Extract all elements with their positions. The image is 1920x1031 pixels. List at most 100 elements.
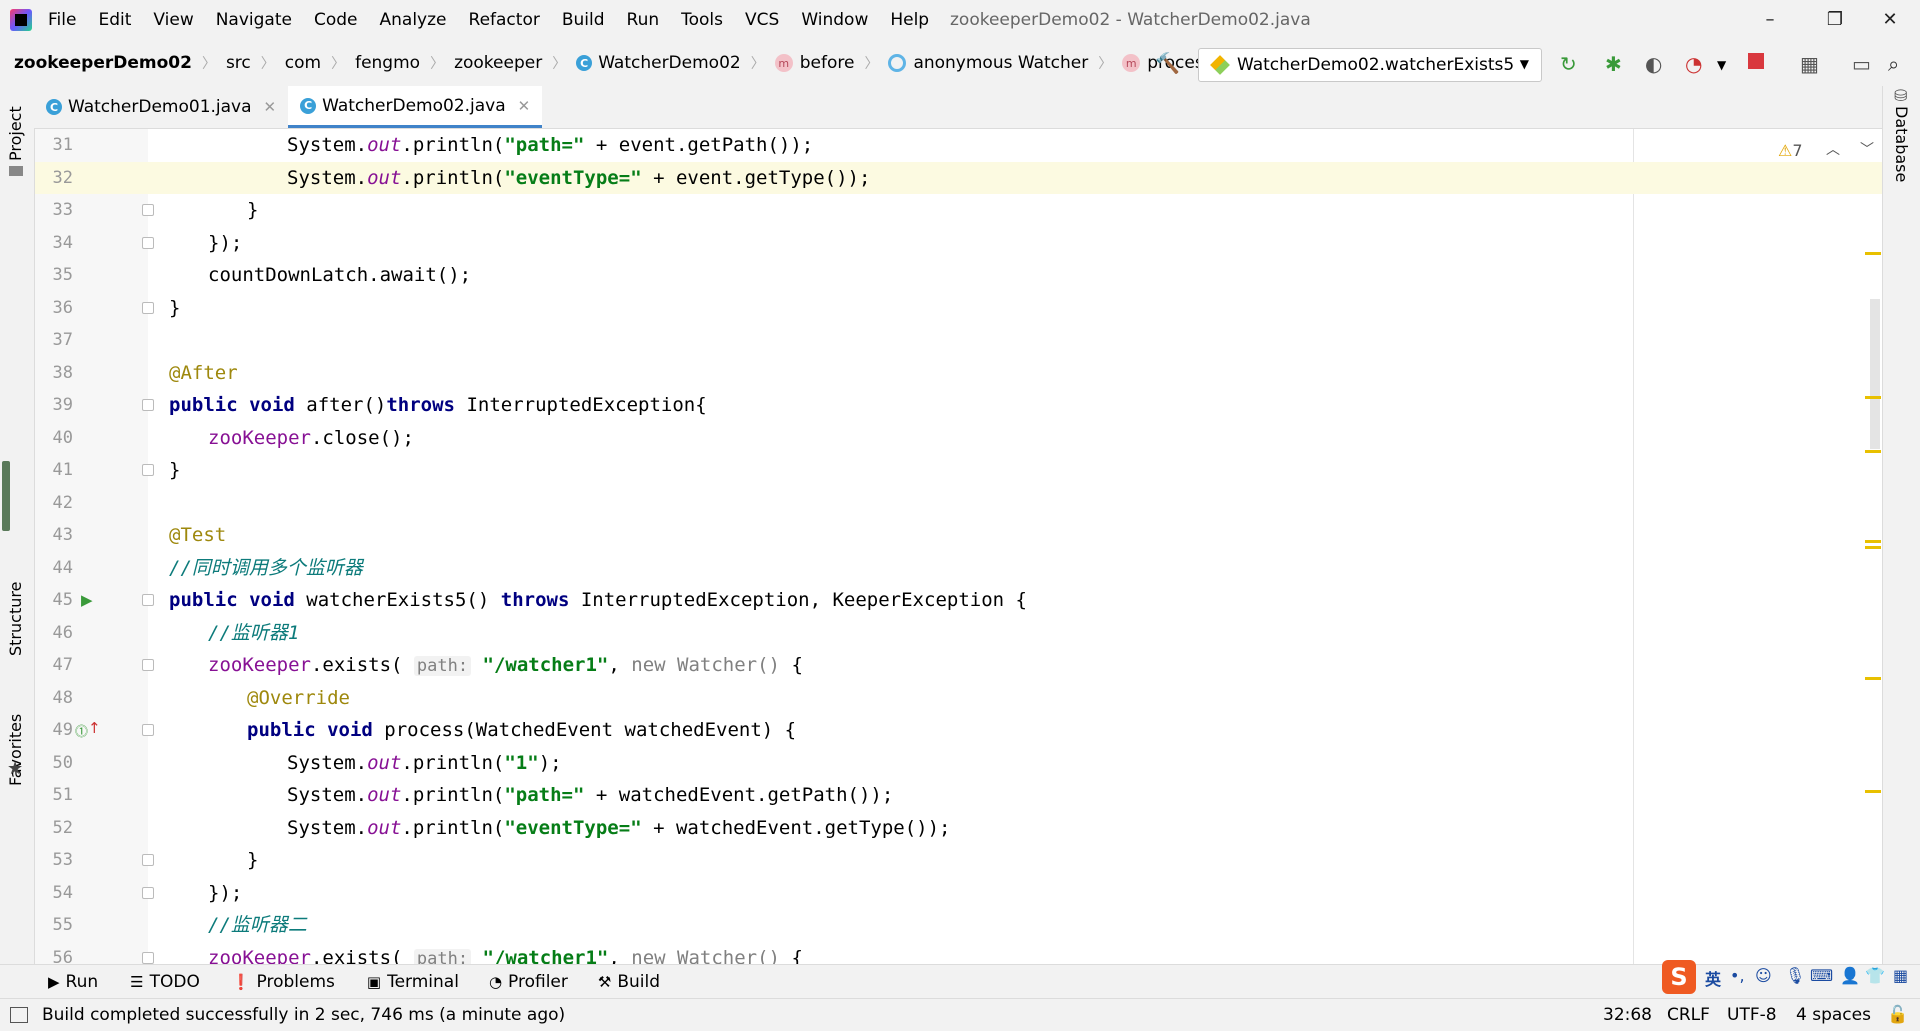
restore-button[interactable]: ❐	[1815, 6, 1855, 34]
menu-view[interactable]: View	[153, 10, 193, 30]
skin-icon[interactable]: 👕	[1865, 966, 1885, 985]
parameter-hint: path:	[413, 656, 472, 676]
menu-tools[interactable]: Tools	[681, 10, 723, 30]
code-editor[interactable]: 31 System.out.println("path=" + event.ge…	[35, 129, 1882, 964]
breadcrumb-project[interactable]: zookeeperDemo02	[14, 53, 192, 73]
terminal-tool-button[interactable]: ▣ Terminal	[367, 972, 459, 992]
run-config-selector[interactable]: WatcherDemo02.watcherExists5 ▼	[1198, 48, 1542, 82]
problems-tool-button[interactable]: ❗ Problems	[232, 972, 335, 992]
status-message[interactable]: Build completed successfully in 2 sec, 7…	[42, 1005, 565, 1025]
warning-marker[interactable]	[1865, 790, 1881, 793]
toolbox-icon[interactable]: ▦	[1893, 966, 1908, 985]
fold-marker-icon[interactable]	[142, 236, 154, 249]
warnings-indicator[interactable]: ⚠7	[1778, 141, 1803, 160]
fold-marker-icon[interactable]	[142, 464, 154, 476]
database-icon: ⛁	[1894, 86, 1908, 105]
menu-code[interactable]: Code	[314, 10, 358, 30]
close-window-button[interactable]: ✕	[1870, 6, 1910, 34]
menu-run[interactable]: Run	[627, 10, 660, 30]
breadcrumb-before[interactable]: before	[800, 53, 855, 73]
terminal-icon: ▣	[366, 973, 382, 991]
toggle-tool-windows-icon[interactable]	[10, 1007, 28, 1023]
debug-icon[interactable]: ✱	[1605, 52, 1622, 76]
fold-marker-icon[interactable]	[142, 204, 154, 216]
implements-method-icon[interactable]: ⓵	[75, 721, 88, 740]
project-panel-toggle[interactable]: Project	[6, 106, 25, 161]
microphone-icon[interactable]: 🎙	[1785, 966, 1805, 985]
menu-edit[interactable]: Edit	[98, 10, 131, 30]
override-arrow-icon[interactable]: ↑	[88, 719, 101, 737]
indent-setting[interactable]: 4 spaces	[1796, 1005, 1871, 1025]
chevron-up-icon[interactable]: ︿	[1826, 139, 1840, 159]
structure-panel-toggle[interactable]: Structure	[6, 582, 25, 656]
lock-icon[interactable]: 🔓	[1887, 1005, 1908, 1025]
sogou-ime-icon[interactable]: S	[1662, 960, 1696, 994]
breadcrumb-class[interactable]: WatcherDemo02	[598, 53, 741, 73]
menu-navigate[interactable]: Navigate	[216, 10, 292, 30]
menu-help[interactable]: Help	[890, 10, 929, 30]
intellij-logo-icon	[10, 9, 32, 31]
user-icon[interactable]: 👤	[1840, 966, 1860, 985]
code-line: 45 ▶ public void watcherExists5() throws…	[52, 589, 1027, 611]
close-icon[interactable]: ✕	[264, 98, 277, 116]
database-panel-toggle[interactable]: Database	[1892, 106, 1911, 182]
fold-marker-icon[interactable]	[142, 951, 154, 964]
run-test-icon[interactable]: ▶	[81, 591, 93, 609]
file-encoding[interactable]: UTF-8	[1727, 1005, 1777, 1025]
fold-marker-icon[interactable]	[142, 594, 154, 606]
menu-window[interactable]: Window	[801, 10, 868, 30]
chevron-down-icon[interactable]: ﹀	[1860, 139, 1874, 159]
keyboard-icon[interactable]: ⌨	[1810, 966, 1833, 985]
breadcrumb-com[interactable]: com	[285, 53, 321, 73]
fold-marker-icon[interactable]	[142, 399, 154, 411]
build-hammer-icon[interactable]: 🔨	[1155, 51, 1180, 75]
fold-marker-icon[interactable]	[142, 724, 154, 736]
caret-position[interactable]: 32:68	[1603, 1005, 1652, 1025]
fold-marker-icon[interactable]	[142, 659, 154, 671]
todo-tool-button[interactable]: ☰ TODO	[130, 972, 200, 992]
warning-marker[interactable]	[1865, 396, 1881, 399]
stop-icon[interactable]	[1748, 53, 1764, 69]
menu-analyze[interactable]: Analyze	[380, 10, 447, 30]
project-structure-icon[interactable]: ▦	[1800, 52, 1819, 76]
chevron-right-icon: 〉	[750, 56, 765, 72]
menu-file[interactable]: File	[48, 10, 76, 30]
side-handle[interactable]	[2, 461, 10, 531]
breadcrumb-fengmo[interactable]: fengmo	[355, 53, 420, 73]
build-tool-button[interactable]: ⚒ Build	[598, 972, 660, 992]
breadcrumb-anonymous[interactable]: anonymous Watcher	[913, 53, 1088, 73]
code-line: 48 @Override	[52, 686, 350, 709]
breadcrumb-src[interactable]: src	[226, 53, 251, 73]
fold-marker-icon[interactable]	[142, 886, 154, 899]
chevron-down-icon[interactable]: ▼	[1717, 58, 1726, 72]
tab-label: WatcherDemo01.java	[68, 97, 252, 117]
search-icon[interactable]: ⌕	[1888, 52, 1899, 76]
tab-watcherdemo01[interactable]: C WatcherDemo01.java ✕	[34, 86, 288, 128]
editor-scrollbar[interactable]	[1870, 299, 1880, 449]
window-layout-icon[interactable]: ▭	[1852, 52, 1871, 76]
warning-marker[interactable]	[1865, 540, 1881, 543]
run-tool-button[interactable]: ▶ Run	[48, 972, 98, 992]
rerun-icon[interactable]: ↻	[1560, 52, 1577, 76]
line-separator[interactable]: CRLF	[1667, 1005, 1710, 1025]
menu-vcs[interactable]: VCS	[745, 10, 779, 30]
warning-marker[interactable]	[1865, 546, 1881, 549]
warning-marker[interactable]	[1865, 677, 1881, 680]
close-icon[interactable]: ✕	[518, 97, 531, 115]
breadcrumb-zookeeper[interactable]: zookeeper	[454, 53, 542, 73]
fold-marker-icon[interactable]	[142, 301, 154, 314]
punctuation-icon[interactable]: •,	[1730, 966, 1745, 985]
menu-refactor[interactable]: Refactor	[469, 10, 540, 30]
ime-language[interactable]: 英	[1705, 966, 1721, 990]
tab-watcherdemo02[interactable]: C WatcherDemo02.java ✕	[288, 86, 543, 128]
emoji-icon[interactable]: ☺	[1755, 966, 1772, 985]
warning-marker[interactable]	[1865, 450, 1881, 453]
code-line: 35 countDownLatch.await();	[52, 264, 472, 286]
profile-icon[interactable]: ◔	[1685, 52, 1702, 76]
menu-build[interactable]: Build	[562, 10, 605, 30]
profiler-tool-button[interactable]: ◔ Profiler	[489, 972, 568, 992]
minimize-button[interactable]: –	[1750, 6, 1790, 34]
warning-marker[interactable]	[1865, 252, 1881, 255]
coverage-icon[interactable]: ◐	[1645, 52, 1662, 76]
fold-marker-icon[interactable]	[142, 854, 154, 866]
